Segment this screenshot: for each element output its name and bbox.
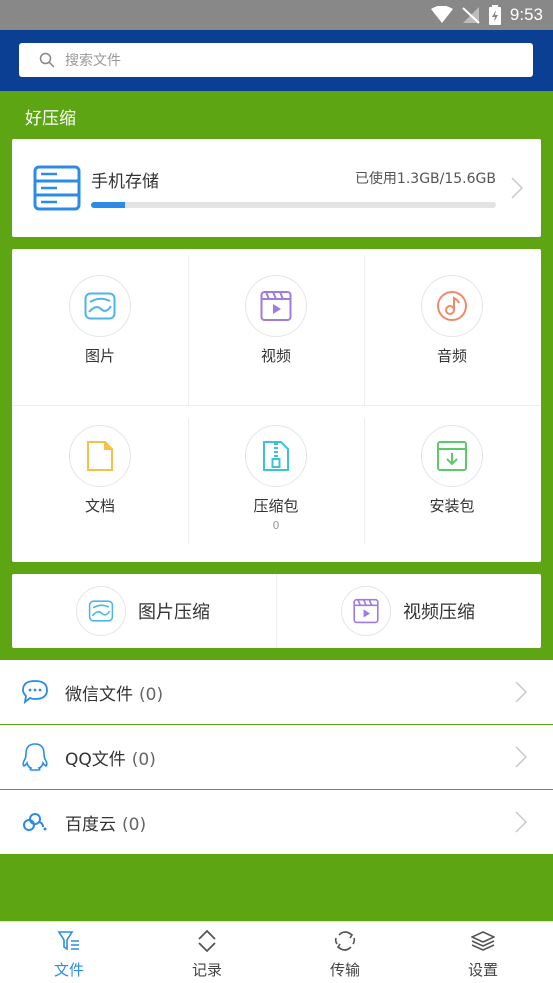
divider: [276, 574, 277, 648]
category-label: 音频: [436, 347, 467, 365]
category-audio[interactable]: 音频: [364, 249, 540, 399]
nav-tab-records[interactable]: 记录: [138, 922, 276, 983]
battery-charging-icon: [488, 5, 501, 25]
category-count: 0: [272, 519, 280, 532]
nav-label: 文件: [53, 961, 84, 979]
category-documents[interactable]: 文档: [12, 399, 188, 549]
compress-tools-card: 图片压缩 视频压缩: [12, 574, 541, 648]
storage-usage: 已使用1.3GB/15.6GB: [354, 171, 496, 187]
category-images[interactable]: 图片: [12, 249, 188, 399]
wifi-icon: [430, 6, 453, 23]
nav-tab-files[interactable]: 文件: [0, 922, 138, 983]
category-grid: 图片 视频 音频 文档 压缩包 0 安装包: [12, 249, 541, 562]
search-icon: [39, 52, 55, 68]
status-icons: 9:53: [430, 4, 543, 26]
bottom-nav: 文件 记录 传输 设置: [0, 921, 553, 983]
record-icon: [198, 929, 216, 953]
category-label: 图片: [84, 347, 115, 365]
app-title: 好压缩: [25, 109, 76, 129]
status-time: 9:53: [509, 5, 543, 24]
search-placeholder: 搜索文件: [65, 53, 121, 69]
chevron-right-icon: [515, 681, 527, 703]
qq-icon: [20, 742, 50, 772]
video-compress-button[interactable]: 视频压缩: [341, 574, 475, 648]
nav-label: 设置: [467, 961, 498, 979]
baidu-cloud-icon: [20, 807, 50, 837]
transfer-icon: [334, 931, 356, 951]
video-icon: [341, 586, 391, 636]
status-bar: 9:53: [0, 0, 553, 30]
category-packages[interactable]: 安装包: [364, 399, 540, 549]
compress-label: 图片压缩: [138, 602, 210, 623]
list-item-qq[interactable]: QQ文件 (0): [0, 725, 553, 789]
list-count: (0): [122, 814, 147, 835]
nav-tab-transfer[interactable]: 传输: [276, 922, 414, 983]
image-icon: [69, 275, 131, 337]
wechat-icon: [20, 677, 50, 707]
list-count: (0): [131, 749, 156, 770]
chevron-right-icon: [515, 746, 527, 768]
storage-server-icon: [33, 165, 81, 211]
category-label: 视频: [260, 347, 291, 365]
category-label: 安装包: [429, 497, 475, 515]
storage-label: 手机存储: [91, 172, 159, 192]
music-icon: [421, 275, 483, 337]
archive-icon: [245, 425, 307, 487]
storage-progress-bar: [91, 202, 496, 208]
category-label: 文档: [84, 497, 115, 515]
category-label: 压缩包: [253, 497, 299, 515]
document-icon: [69, 425, 131, 487]
list-item-wechat[interactable]: 微信文件 (0): [0, 660, 553, 724]
phone-storage-card[interactable]: 手机存储 已使用1.3GB/15.6GB: [12, 139, 541, 237]
storage-progress-fill: [91, 202, 125, 208]
nav-label: 记录: [191, 961, 222, 979]
settings-layers-icon: [471, 931, 495, 951]
chevron-right-icon: [515, 811, 527, 833]
category-archives[interactable]: 压缩包 0: [188, 399, 364, 549]
image-icon: [76, 586, 126, 636]
search-header: 搜索文件: [0, 30, 553, 91]
list-count: (0): [139, 684, 164, 705]
no-signal-icon: [462, 7, 480, 24]
image-compress-button[interactable]: 图片压缩: [76, 574, 210, 648]
compress-label: 视频压缩: [403, 602, 475, 623]
search-input[interactable]: 搜索文件: [19, 43, 533, 77]
list-label: 微信文件 (0): [65, 684, 164, 705]
list-label: 百度云 (0): [65, 814, 147, 835]
video-icon: [245, 275, 307, 337]
chevron-right-icon: [511, 177, 523, 199]
nav-tab-settings[interactable]: 设置: [414, 922, 552, 983]
package-icon: [421, 425, 483, 487]
list-item-baidu-cloud[interactable]: 百度云 (0): [0, 790, 553, 854]
file-filter-icon: [57, 931, 79, 951]
list-label: QQ文件 (0): [65, 749, 156, 770]
nav-label: 传输: [329, 961, 360, 979]
source-list: 微信文件 (0) QQ文件 (0) 百度云 (0): [0, 660, 553, 854]
category-videos[interactable]: 视频: [188, 249, 364, 399]
